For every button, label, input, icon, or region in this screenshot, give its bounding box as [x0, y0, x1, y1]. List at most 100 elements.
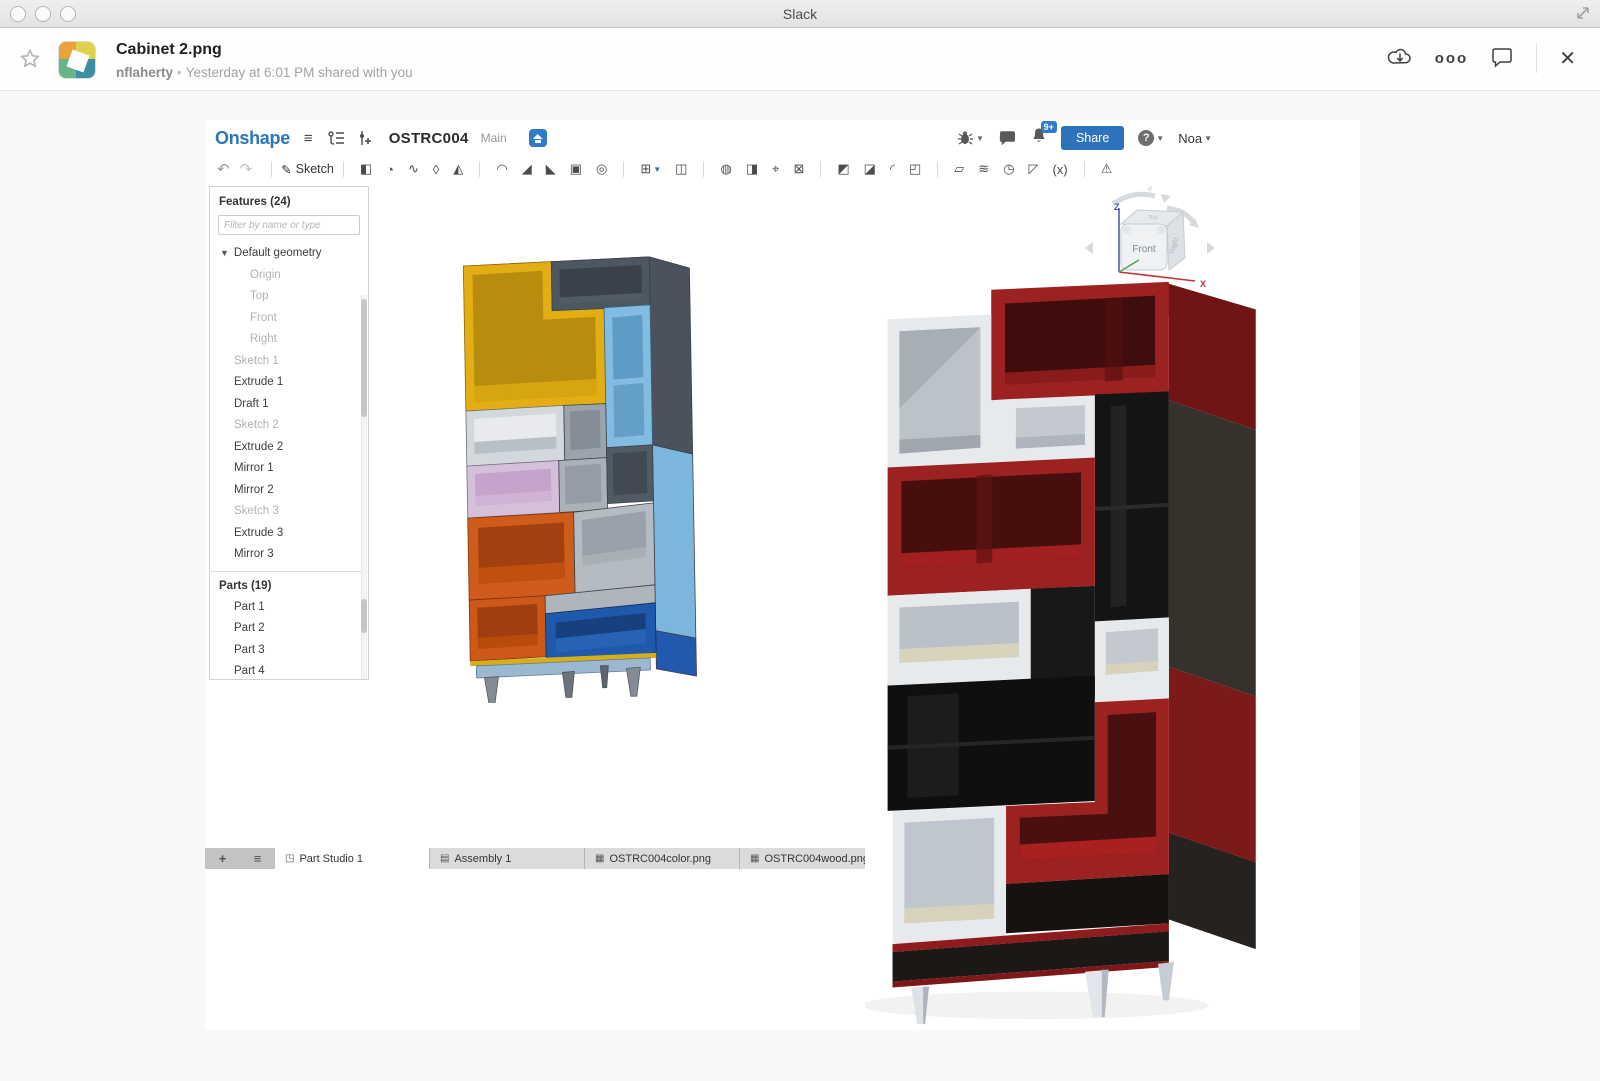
tab-label: OSTRC004color.png: [609, 853, 711, 865]
part-item-part-2[interactable]: Part 2: [210, 618, 368, 640]
part-item-part-4[interactable]: Part 4: [210, 661, 368, 680]
feature-item-extrude-2[interactable]: Extrude 2: [210, 437, 368, 459]
tab-label: OSTRC004wood.png: [764, 853, 869, 865]
sketch-label: Sketch: [296, 162, 334, 176]
draft-tool-icon[interactable]: ◣: [539, 161, 563, 177]
versions-icon[interactable]: [327, 130, 345, 146]
star-icon[interactable]: [18, 47, 42, 71]
feature-filter-input[interactable]: [218, 215, 360, 235]
feature-item-default-geometry[interactable]: ▼Default geometry: [210, 243, 368, 265]
fillet-tool-icon[interactable]: ◠: [489, 161, 514, 177]
extrude-tool-icon[interactable]: ◧: [353, 161, 379, 177]
delete-part-tool-icon[interactable]: ⊠: [786, 161, 811, 177]
revolve-tool-icon[interactable]: ◔: [379, 162, 401, 177]
feature-item-front[interactable]: Front: [210, 308, 368, 330]
feature-item-origin[interactable]: Origin: [210, 265, 368, 287]
file-thumbnail[interactable]: [58, 41, 96, 79]
assembly-icon: ▤: [440, 853, 449, 864]
comment-icon[interactable]: [1490, 47, 1514, 69]
document-name[interactable]: OSTRC004: [389, 130, 469, 147]
chevron-down-icon[interactable]: ▼: [220, 248, 229, 258]
feedback-bug-button[interactable]: ▼: [957, 130, 984, 146]
shell-tool-icon[interactable]: ▣: [563, 161, 589, 177]
boolean-tool-icon[interactable]: ◍: [713, 161, 738, 177]
caret-down-icon: ▼: [653, 165, 661, 174]
document-tab-strip: + ≡ ◳Part Studio 1▤Assembly 1▦OSTRC004co…: [205, 848, 895, 869]
toolbar-separator: [937, 161, 938, 177]
view-cube[interactable]: Front Right Top Z X: [1083, 186, 1218, 304]
mate-connector-tool-icon[interactable]: ≋: [971, 161, 996, 177]
hole-tool-icon[interactable]: ◎: [589, 161, 614, 177]
file-title: Cabinet 2.png: [116, 41, 222, 59]
chamfer-tool-icon[interactable]: ◢: [515, 161, 539, 177]
document-tab-ostrc004color-png[interactable]: ▦OSTRC004color.png: [585, 848, 740, 869]
file-header: Cabinet 2.png nflaherty•Yesterday at 6:0…: [0, 29, 1600, 91]
loft-tool-icon[interactable]: ◊: [426, 162, 446, 177]
feature-item-sketch-3[interactable]: Sketch 3: [210, 501, 368, 523]
file-author[interactable]: nflaherty: [116, 65, 173, 80]
download-icon[interactable]: [1387, 47, 1413, 69]
tab-feature-tool-icon[interactable]: ◰: [902, 161, 928, 177]
toolbar-separator: [1084, 161, 1085, 177]
hamburger-menu-icon[interactable]: ≡: [304, 130, 313, 147]
part-item-part-3[interactable]: Part 3: [210, 640, 368, 662]
resize-icon[interactable]: [1574, 4, 1592, 22]
cad-cabinet-model[interactable]: [455, 248, 720, 703]
workspace-name[interactable]: Main: [481, 131, 507, 145]
undo-button[interactable]: ↶: [217, 160, 230, 178]
insert-icon[interactable]: [357, 130, 371, 146]
close-preview-icon[interactable]: ✕: [1559, 46, 1576, 71]
comments-button[interactable]: [998, 130, 1017, 147]
bend-tool-icon[interactable]: ◜: [883, 161, 902, 177]
split-tool-icon[interactable]: ◨: [739, 161, 765, 177]
notifications-button[interactable]: 9+: [1031, 127, 1047, 149]
parts-scrollbar-thumb[interactable]: [361, 599, 367, 633]
header-divider: [1536, 43, 1537, 73]
add-tab-button[interactable]: +: [219, 851, 227, 866]
more-actions-icon[interactable]: ooo: [1435, 50, 1469, 67]
share-button[interactable]: Share: [1061, 126, 1124, 150]
feature-item-right[interactable]: Right: [210, 329, 368, 351]
sketch-button[interactable]: ✎ Sketch: [281, 162, 334, 177]
toolbar-separator: [479, 161, 480, 177]
document-tab-part-studio-1[interactable]: ◳Part Studio 1: [275, 848, 430, 869]
caret-down-icon: ▼: [1204, 134, 1212, 143]
feature-item-mirror-3[interactable]: Mirror 3: [210, 544, 368, 566]
feature-item-mirror-2[interactable]: Mirror 2: [210, 480, 368, 502]
thicken-tool-icon[interactable]: ◭: [446, 161, 470, 177]
sheet-metal-tool-icon[interactable]: ◩: [830, 161, 856, 177]
preview-background: Onshape ≡ OSTRC004 Main: [0, 91, 1600, 1081]
mirror-tool-icon[interactable]: ◫: [668, 161, 694, 177]
feature-item-extrude-3[interactable]: Extrude 3: [210, 523, 368, 545]
tab-menu-button[interactable]: ≡: [254, 851, 262, 866]
sweep-tool-icon[interactable]: ∿: [401, 161, 426, 177]
part-item-part-1[interactable]: Part 1: [210, 597, 368, 619]
features-title: Features (24): [210, 187, 368, 215]
feature-item-extrude-1[interactable]: Extrude 1: [210, 372, 368, 394]
transform-tool-icon[interactable]: ⌖: [765, 161, 786, 177]
plane-tool-icon[interactable]: ▱: [947, 161, 971, 177]
rendered-cabinet-image[interactable]: [865, 270, 1305, 1030]
edu-badge-icon[interactable]: [529, 129, 547, 147]
feature-item-mirror-1[interactable]: Mirror 1: [210, 458, 368, 480]
measure-tool-icon[interactable]: ◷: [996, 161, 1021, 177]
features-scrollbar-thumb[interactable]: [361, 299, 367, 417]
feature-item-draft-1[interactable]: Draft 1: [210, 394, 368, 416]
feature-item-sketch-1[interactable]: Sketch 1: [210, 351, 368, 373]
feature-item-sketch-2[interactable]: Sketch 2: [210, 415, 368, 437]
part-studio-icon: ◳: [285, 853, 294, 864]
document-tab-assembly-1[interactable]: ▤Assembly 1: [430, 848, 585, 869]
axis-x-label: X: [1200, 279, 1206, 289]
user-menu[interactable]: Noa▼: [1178, 131, 1212, 146]
variable-tool-icon[interactable]: (x): [1046, 162, 1075, 177]
redo-button[interactable]: ↷: [240, 160, 253, 178]
window-title: Slack: [0, 6, 1600, 22]
feature-item-top[interactable]: Top: [210, 286, 368, 308]
linear-pattern-tool-icon[interactable]: ⊞▼: [633, 161, 668, 177]
onshape-logo[interactable]: Onshape: [215, 128, 290, 149]
help-button[interactable]: ?▼: [1138, 130, 1164, 146]
import-tool-icon[interactable]: ◸: [1022, 161, 1046, 177]
warning-tool-icon[interactable]: ⚠: [1094, 161, 1120, 177]
file-subtitle: nflaherty•Yesterday at 6:01 PM shared wi…: [116, 65, 413, 80]
flange-tool-icon[interactable]: ◪: [857, 161, 883, 177]
